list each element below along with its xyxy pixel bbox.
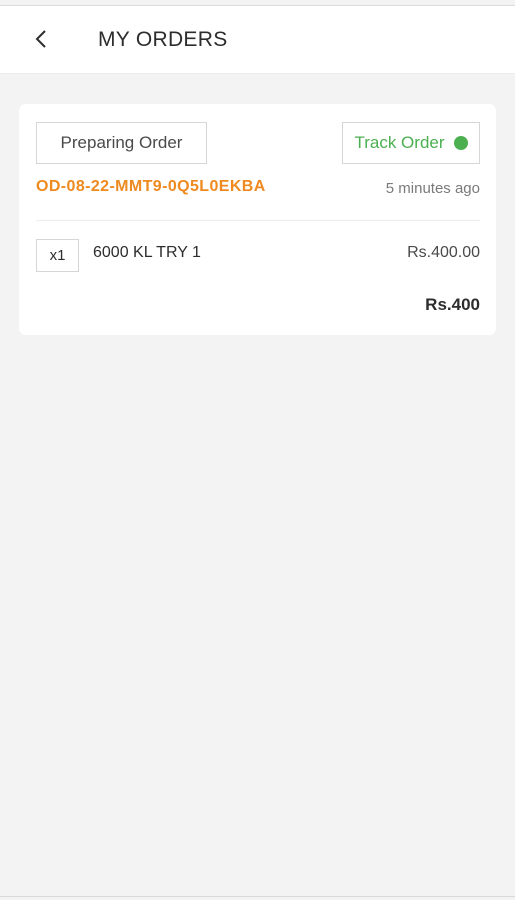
order-card[interactable]: Preparing Order Track Order OD-08-22-MMT… (19, 104, 496, 335)
page-title: MY ORDERS (98, 28, 228, 51)
item-price: Rs.400.00 (407, 244, 480, 261)
track-order-label: Track Order (354, 133, 445, 152)
app-header: MY ORDERS (0, 6, 515, 74)
order-status-badge: Preparing Order (36, 122, 207, 164)
order-total: Rs.400 (425, 295, 480, 314)
live-status-dot-icon (453, 136, 468, 150)
bottom-edge (0, 896, 515, 900)
item-quantity: x1 (36, 239, 79, 272)
divider (36, 220, 480, 221)
order-timestamp: 5 minutes ago (385, 180, 480, 197)
order-id: OD-08-22-MMT9-0Q5L0EKBA (36, 178, 266, 195)
item-name: 6000 KL TRY 1 (93, 244, 201, 261)
chevron-left-icon (35, 30, 46, 48)
back-button[interactable] (24, 22, 58, 56)
track-order-button[interactable]: Track Order (342, 122, 480, 164)
